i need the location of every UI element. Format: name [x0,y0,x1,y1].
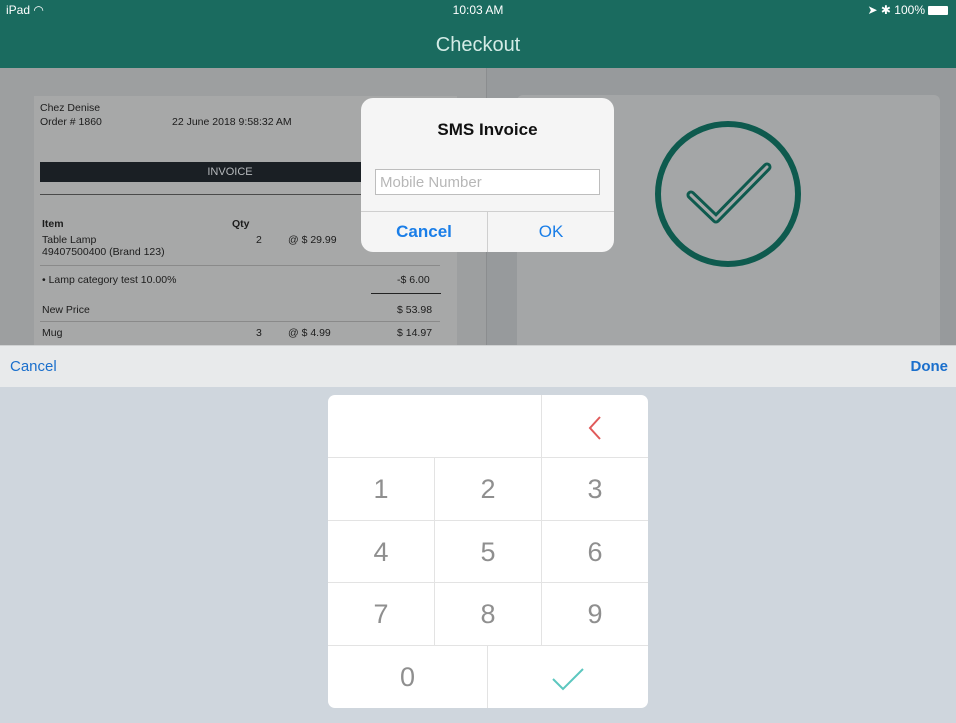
chevron-left-icon [588,416,601,440]
checkmark-icon [552,668,584,691]
discount-value: -$ 6.00 [397,274,430,286]
item-qty: 2 [256,234,262,246]
page-title: Checkout [435,34,521,56]
item-price: @ $ 29.99 [288,234,337,246]
invoice-date: 22 June 2018 9:58:32 AM [172,116,292,128]
key-9[interactable]: 9 [542,583,648,645]
item-qty: 3 [256,327,262,339]
cancel-button[interactable]: Cancel [361,211,487,252]
key-3[interactable]: 3 [542,458,648,520]
backspace-key[interactable] [542,395,648,457]
keyboard-done-button[interactable]: Done [911,358,949,375]
checkmark-icon [686,162,772,224]
row-divider [40,265,440,266]
invoice-store: Chez Denise [40,102,101,114]
new-price-label: New Price [42,304,90,316]
key-6[interactable]: 6 [542,521,648,583]
battery-level: 100% [894,3,925,17]
battery-icon [928,6,948,16]
item-name: Table Lamp [42,234,97,246]
new-price-value: $ 53.98 [397,304,433,316]
item-price: @ $ 4.99 [288,327,331,339]
invoice-order: Order # 1860 [40,116,102,128]
status-time: 10:03 AM [452,3,504,17]
item-name: Mug [42,327,63,339]
col-qty: Qty [232,218,250,230]
number-keypad: 1 2 3 4 5 6 7 8 9 0 [328,395,648,708]
sms-invoice-dialog: SMS Invoice Cancel OK [361,98,614,252]
dialog-title: SMS Invoice [437,120,538,139]
keyboard-toolbar: Cancel Done [0,345,956,387]
success-check-icon [655,121,801,267]
confirm-key[interactable] [488,646,648,708]
key-1[interactable]: 1 [328,458,434,520]
location-icon: ➤ [867,3,878,17]
key-0[interactable]: 0 [328,646,487,708]
status-bar: iPad ◠ 10:03 AM ➤ ✱ 100% [0,0,956,20]
status-right: ➤ ✱ 100% [867,3,948,17]
mobile-number-input[interactable] [375,169,600,195]
key-7[interactable]: 7 [328,583,434,645]
item-total: $ 14.97 [397,327,433,339]
subtotal-rule [371,293,441,294]
key-2[interactable]: 2 [435,458,541,520]
item-sku: 49407500400 (Brand 123) [42,246,165,258]
ok-button[interactable]: OK [488,211,614,252]
nav-bar: Checkout [0,20,956,68]
row-divider [40,321,440,322]
key-5[interactable]: 5 [435,521,541,583]
discount-label: • Lamp category test 10.00% [42,274,177,286]
key-4[interactable]: 4 [328,521,434,583]
col-item: Item [42,218,64,230]
bluetooth-icon: ✱ [880,3,891,17]
key-8[interactable]: 8 [435,583,541,645]
keyboard-cancel-button[interactable]: Cancel [10,358,57,375]
